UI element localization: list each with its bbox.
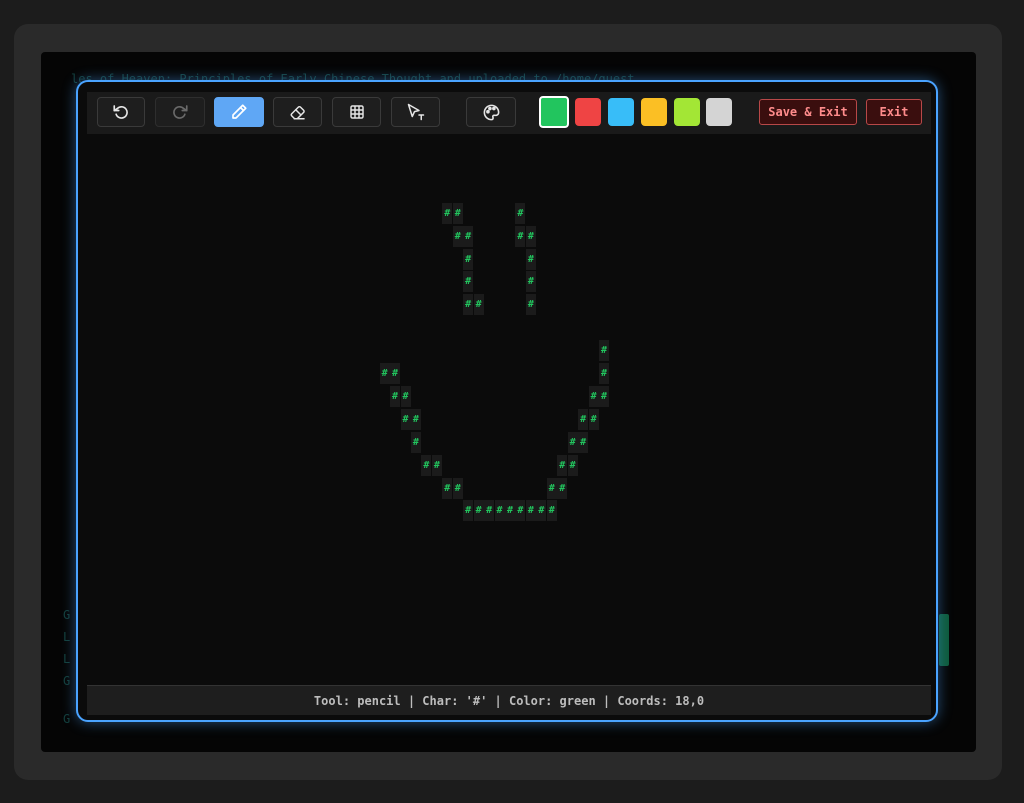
canvas-cell: # xyxy=(515,500,526,522)
canvas-cell: # xyxy=(484,500,495,522)
background-terminal-char: L xyxy=(63,652,71,666)
canvas-cell: # xyxy=(442,202,453,224)
grid-icon xyxy=(349,104,365,120)
redo-button[interactable] xyxy=(155,97,205,127)
status-bar: Tool: pencil | Char: '#' | Color: green … xyxy=(87,685,931,715)
canvas-cell: # xyxy=(567,431,578,453)
canvas-cell: # xyxy=(400,408,411,430)
canvas-cell: # xyxy=(588,408,599,430)
canvas-cell: # xyxy=(525,225,536,247)
canvas-cell: # xyxy=(442,477,453,499)
canvas-cell: # xyxy=(463,294,474,316)
undo-icon xyxy=(112,103,130,121)
canvas-cell: # xyxy=(599,363,610,384)
background-scroll-block xyxy=(939,614,949,666)
background-terminal-char: L xyxy=(63,630,71,644)
canvas-cell: # xyxy=(505,500,515,522)
canvas-cell: # xyxy=(525,294,536,316)
eraser-icon xyxy=(289,103,307,121)
canvas-cell: # xyxy=(494,500,505,522)
canvas-cell: # xyxy=(390,385,401,407)
canvas-cell: # xyxy=(525,500,536,522)
canvas-cell: # xyxy=(525,248,536,270)
palette-button[interactable] xyxy=(466,97,516,127)
status-text: Tool: pencil | Char: '#' | Color: green … xyxy=(313,693,705,708)
drawing-canvas[interactable]: # # # # # # # # # # # # # # # # # # # # # # # # # # # # # # # # # # # # # # # #… xyxy=(87,134,931,684)
color-swatch-green[interactable] xyxy=(539,96,569,128)
ascii-art-editor: Save & Exit Exit # # # # # # # # # # # # # # # # # # # # # # #… xyxy=(76,80,938,722)
canvas-cell: # xyxy=(567,454,578,476)
exit-button[interactable]: Exit xyxy=(866,99,922,125)
canvas-cell: # xyxy=(557,454,568,476)
redo-icon xyxy=(171,103,189,121)
pencil-icon xyxy=(230,103,248,121)
cursor-select-icon xyxy=(406,103,426,121)
canvas-cell: # xyxy=(536,500,547,522)
canvas-cell: # xyxy=(525,271,536,293)
background-terminal-char: G xyxy=(63,674,71,688)
canvas-cell: # xyxy=(546,477,557,499)
canvas-cell: # xyxy=(452,477,463,499)
canvas-cell: # xyxy=(578,408,589,430)
canvas-cell: # xyxy=(473,500,484,522)
canvas-cell: # xyxy=(515,225,526,247)
canvas-cell: # xyxy=(463,248,474,270)
color-swatch-white[interactable] xyxy=(706,98,732,126)
toolbar: Save & Exit Exit xyxy=(87,92,931,134)
color-swatch-lime[interactable] xyxy=(674,98,700,126)
canvas-cell: # xyxy=(588,385,599,407)
canvas-cell: # xyxy=(546,500,557,522)
canvas-cell: # xyxy=(390,363,401,384)
canvas-cell: # xyxy=(400,385,411,407)
canvas-cell: # xyxy=(410,431,421,453)
undo-button[interactable] xyxy=(97,97,145,127)
canvas-cell: # xyxy=(379,363,390,384)
select-tool-button[interactable] xyxy=(391,97,440,127)
canvas-cell: # xyxy=(431,454,442,476)
canvas-cell: # xyxy=(463,225,474,247)
canvas-cell: # xyxy=(473,294,484,316)
save-exit-button[interactable]: Save & Exit xyxy=(759,99,857,125)
background-terminal-char: G xyxy=(63,608,71,622)
canvas-cell: # xyxy=(421,454,432,476)
pencil-tool-button[interactable] xyxy=(214,97,264,127)
canvas-cell: # xyxy=(463,500,474,522)
canvas-cell: # xyxy=(463,271,474,293)
canvas-cell: # xyxy=(557,477,568,499)
canvas-cell: # xyxy=(578,431,589,453)
canvas-cell: # xyxy=(452,202,463,224)
grid-tool-button[interactable] xyxy=(332,97,381,127)
canvas-cell: # xyxy=(515,202,526,224)
canvas-cell: # xyxy=(599,385,610,407)
background-terminal-char: G xyxy=(63,712,71,726)
palette-icon xyxy=(482,103,501,122)
eraser-tool-button[interactable] xyxy=(273,97,322,127)
canvas-cell: # xyxy=(599,340,610,362)
color-swatch-red[interactable] xyxy=(575,98,601,126)
canvas-cell: # xyxy=(410,408,421,430)
color-swatch-yellow[interactable] xyxy=(641,98,667,126)
canvas-cell: # xyxy=(452,225,463,247)
color-swatch-blue[interactable] xyxy=(608,98,634,126)
